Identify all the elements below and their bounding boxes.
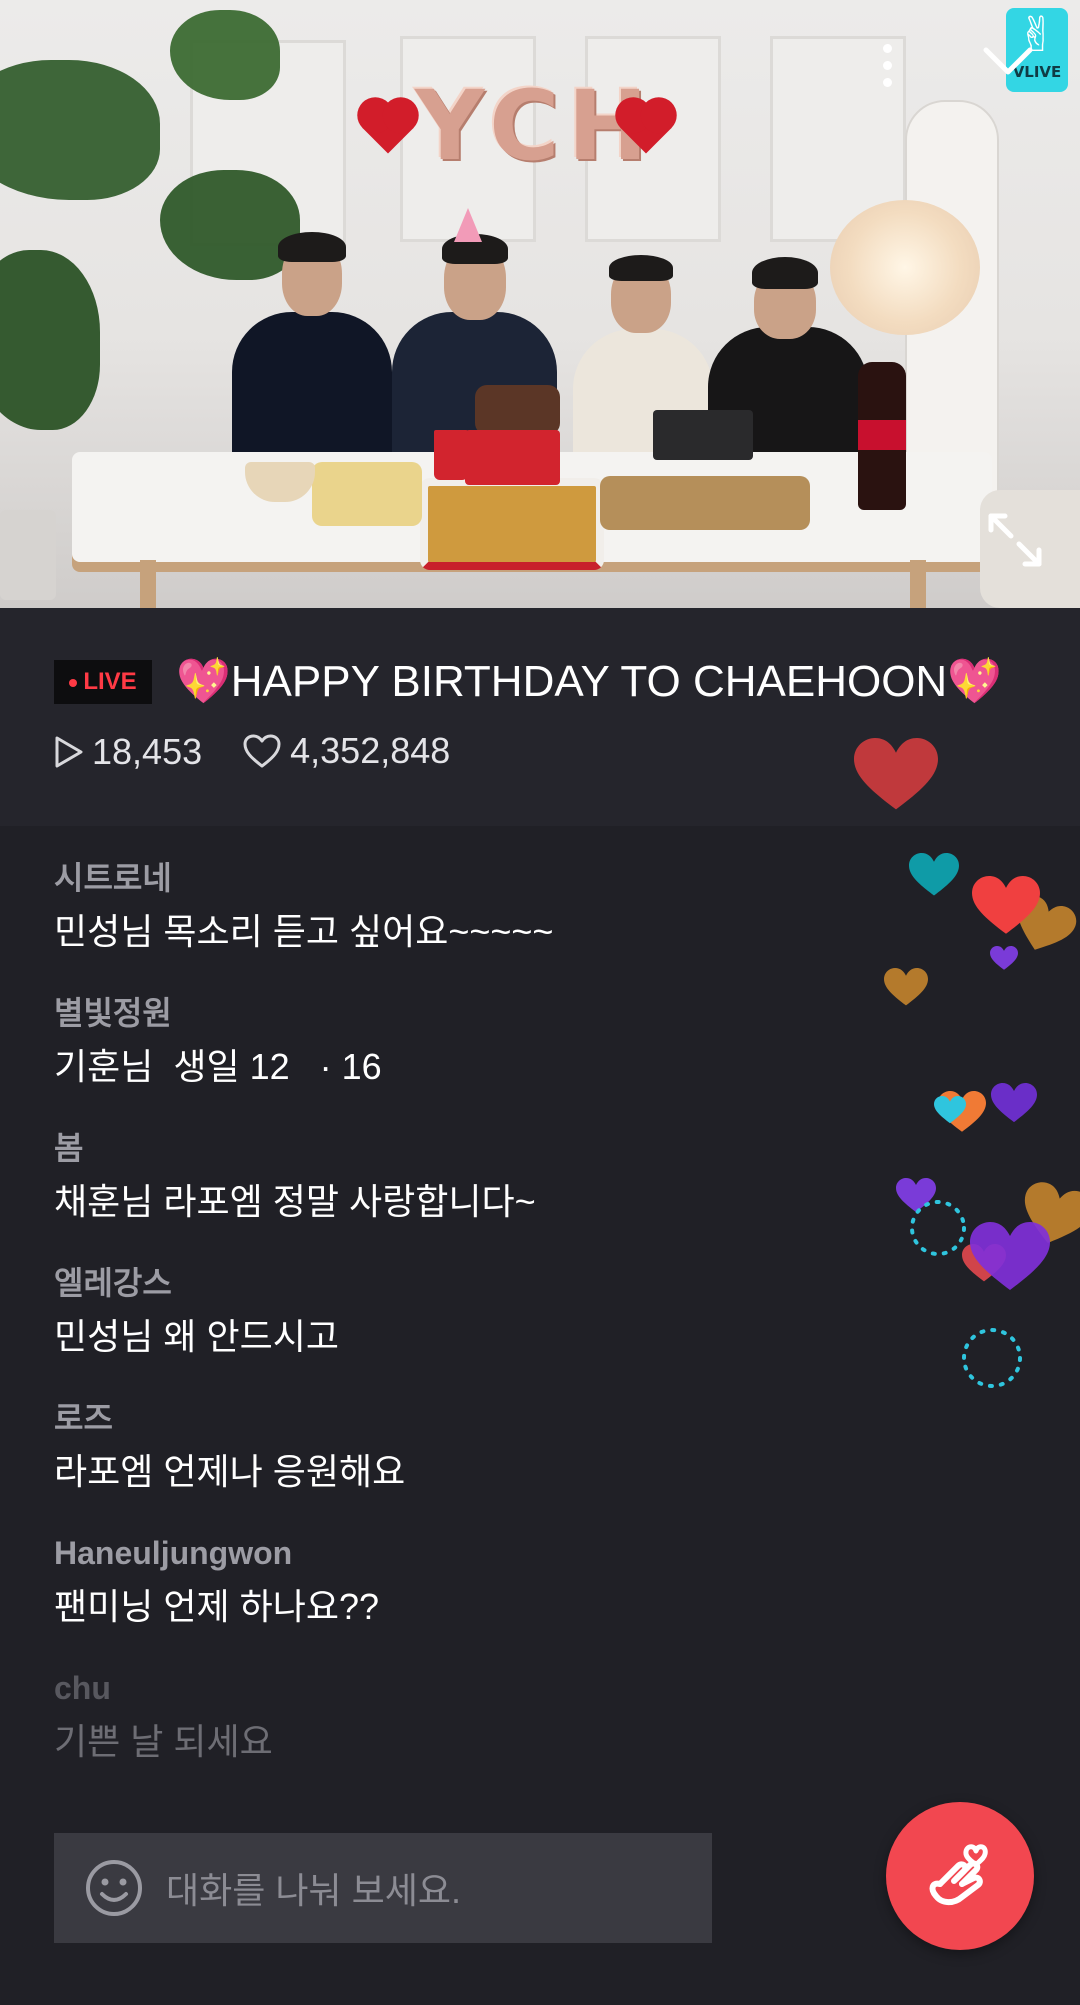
table-leg	[910, 560, 926, 608]
chat-text: 민성님 목소리 듣고 싶어요~~~~~	[54, 911, 554, 952]
person	[232, 232, 392, 472]
red-cup	[434, 430, 468, 480]
heart-icon	[991, 1083, 1037, 1123]
plant	[0, 250, 100, 430]
chat-username: Haneuljungwon	[54, 1535, 293, 1571]
dotted-ring	[910, 1200, 966, 1256]
heart-icon	[990, 946, 1018, 970]
chat-text: 기훈님 생일 12 · 16	[54, 1046, 382, 1087]
chat-message: chu 기쁜 날 되세요	[54, 1660, 874, 1795]
dotted-ring	[962, 1328, 1022, 1388]
chat-text: 기쁜 날 되세요	[54, 1721, 273, 1762]
heart-icon	[938, 1091, 986, 1132]
heart-icon	[970, 1222, 1050, 1290]
wraps	[600, 476, 810, 530]
heart-outline-icon	[243, 734, 281, 768]
finger-heart-icon	[929, 1844, 988, 1906]
laptop	[653, 410, 753, 460]
heart-icon	[972, 876, 1040, 934]
play-icon	[55, 736, 83, 768]
chat-message: 엘레강스 민성님 왜 안드시고	[54, 1255, 874, 1390]
tray	[312, 462, 422, 526]
collapse-chevron-icon[interactable]	[982, 42, 1034, 82]
chat-message: 로즈 라포엠 언제나 응원해요	[54, 1390, 874, 1525]
heart-icon	[884, 968, 928, 1006]
chat-username: 로즈	[54, 1400, 113, 1436]
chat-message: 별빛정원 기훈님 생일 12 · 16	[54, 985, 874, 1120]
cake	[475, 385, 560, 435]
heart-icon	[896, 1178, 936, 1212]
stream-stats: 18,453 4,352,848	[54, 726, 480, 776]
chat-username: 별빛정원	[54, 995, 172, 1031]
plant	[0, 60, 160, 200]
pizza	[420, 478, 604, 570]
chat-text: 라포엠 언제나 응원해요	[54, 1451, 406, 1492]
chat-message: Haneuljungwon 팬미닝 언제 하나요??	[54, 1525, 874, 1660]
stream-info: LIVE 💖HAPPY BIRTHDAY TO CHAEHOON💖 18,453…	[0, 608, 1080, 826]
emoji-icon[interactable]	[84, 1858, 144, 1918]
heart-icon	[962, 1244, 1006, 1282]
cola-label	[858, 420, 906, 450]
finger-heart-button[interactable]	[886, 1802, 1034, 1950]
plant	[170, 10, 280, 100]
expand-fullscreen-icon[interactable]	[985, 510, 1045, 570]
heart-icon	[1014, 1178, 1080, 1252]
views-count: 18,453	[54, 727, 202, 777]
heart-icon	[1006, 891, 1080, 960]
chat-text: 팬미닝 언제 하나요??	[54, 1586, 380, 1627]
chat-username: 시트로네	[54, 860, 172, 896]
chat-text: 채훈님 라포엠 정말 사랑합니다~	[54, 1181, 536, 1222]
heart-icon	[934, 1096, 966, 1124]
chat-username: chu	[54, 1670, 111, 1706]
heart-icon	[909, 853, 959, 896]
likes-count: 4,352,848	[242, 726, 450, 776]
chat-message: 시트로네 민성님 목소리 듣고 싶어요~~~~~	[54, 850, 874, 985]
more-vertical-icon[interactable]	[875, 40, 899, 100]
chat-username: 엘레강스	[54, 1265, 172, 1301]
chat-input-placeholder[interactable]: 대화를 나눠 보세요.	[166, 1862, 461, 1914]
chat-list[interactable]: 시트로네 민성님 목소리 듣고 싶어요~~~~~ 별빛정원 기훈님 생일 12 …	[54, 850, 874, 1795]
red-box	[465, 430, 560, 485]
stream-title: 💖HAPPY BIRTHDAY TO CHAEHOON💖	[176, 657, 1002, 706]
live-badge: LIVE	[54, 660, 152, 704]
video-player[interactable]: YCH ✌ VLIVE	[0, 0, 1080, 608]
party-hat	[454, 208, 482, 242]
chat-message: 봄 채훈님 라포엠 정말 사랑합니다~	[54, 1120, 874, 1255]
plant-pot	[0, 510, 56, 600]
chat-text: 민성님 왜 안드시고	[54, 1316, 339, 1357]
chat-username: 봄	[54, 1130, 84, 1166]
chat-input[interactable]: 대화를 나눠 보세요.	[54, 1833, 712, 1943]
table-leg	[140, 560, 156, 608]
